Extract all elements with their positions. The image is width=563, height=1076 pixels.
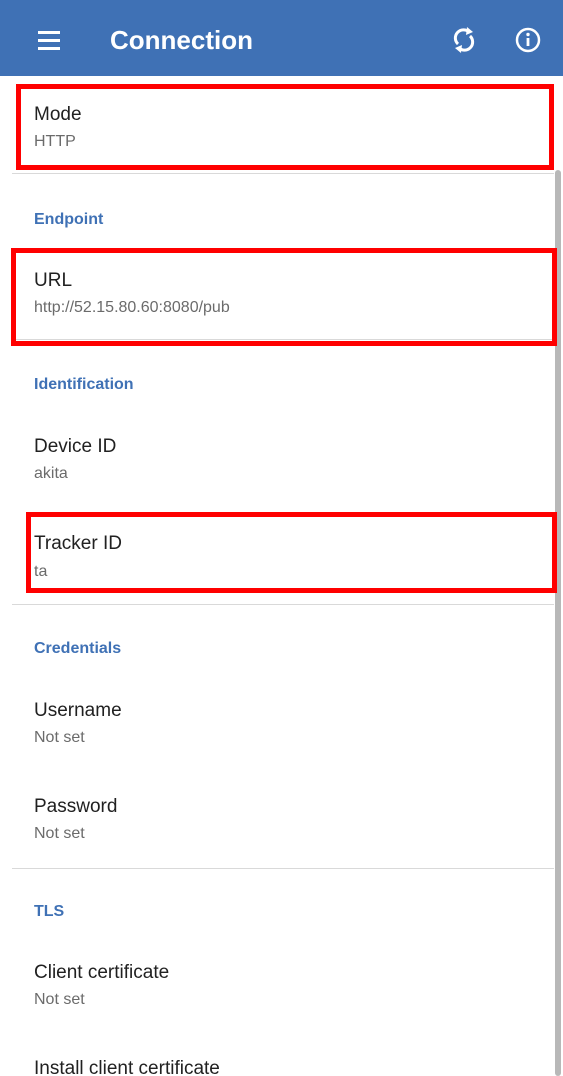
pref-device-id-title: Device ID <box>34 436 117 457</box>
pref-client-certificate-title: Client certificate <box>34 962 170 983</box>
divider <box>12 868 554 869</box>
app-toolbar: Connection <box>0 0 563 76</box>
pref-tracker-id-title: Tracker ID <box>34 533 122 554</box>
toolbar-title: Connection <box>110 25 253 55</box>
pref-username-summary: Not set <box>34 729 85 746</box>
pref-username[interactable]: Username Not set <box>0 678 554 772</box>
category-tls: TLS <box>34 903 65 920</box>
pref-client-certificate[interactable]: Client certificate Not set <box>0 940 554 1034</box>
pref-device-id[interactable]: Device ID akita <box>0 414 554 508</box>
pref-tracker-id-summary: ta <box>34 563 48 580</box>
info-icon[interactable] <box>510 22 546 58</box>
pref-username-title: Username <box>34 700 122 721</box>
connection-screen: Connection Mode HTTP Endpoint URL http:/… <box>0 0 563 1076</box>
pref-mode-summary: HTTP <box>34 133 76 150</box>
pref-password-summary: Not set <box>34 825 85 842</box>
menu-icon[interactable] <box>30 24 66 60</box>
category-endpoint: Endpoint <box>34 211 104 228</box>
divider <box>12 604 554 605</box>
pref-password-title: Password <box>34 796 118 817</box>
divider <box>12 173 554 174</box>
pref-device-id-summary: akita <box>34 465 68 482</box>
pref-mode[interactable]: Mode HTTP <box>0 84 554 172</box>
pref-mode-title: Mode <box>34 104 82 125</box>
pref-install-client-certificate[interactable]: Install client certificate <box>0 1036 554 1076</box>
pref-tracker-id[interactable]: Tracker ID ta <box>0 512 554 604</box>
sync-icon[interactable] <box>446 22 482 58</box>
pref-url-title: URL <box>34 270 73 291</box>
scrollbar[interactable] <box>555 170 561 1076</box>
category-credentials: Credentials <box>34 640 122 657</box>
pref-url-summary: http://52.15.80.60:8080/pub <box>34 299 230 316</box>
pref-password[interactable]: Password Not set <box>0 774 554 868</box>
category-identification: Identification <box>34 376 134 393</box>
pref-client-certificate-summary: Not set <box>34 991 85 1008</box>
divider <box>12 339 554 340</box>
pref-install-client-certificate-title: Install client certificate <box>34 1058 220 1076</box>
pref-url[interactable]: URL http://52.15.80.60:8080/pub <box>0 248 554 344</box>
